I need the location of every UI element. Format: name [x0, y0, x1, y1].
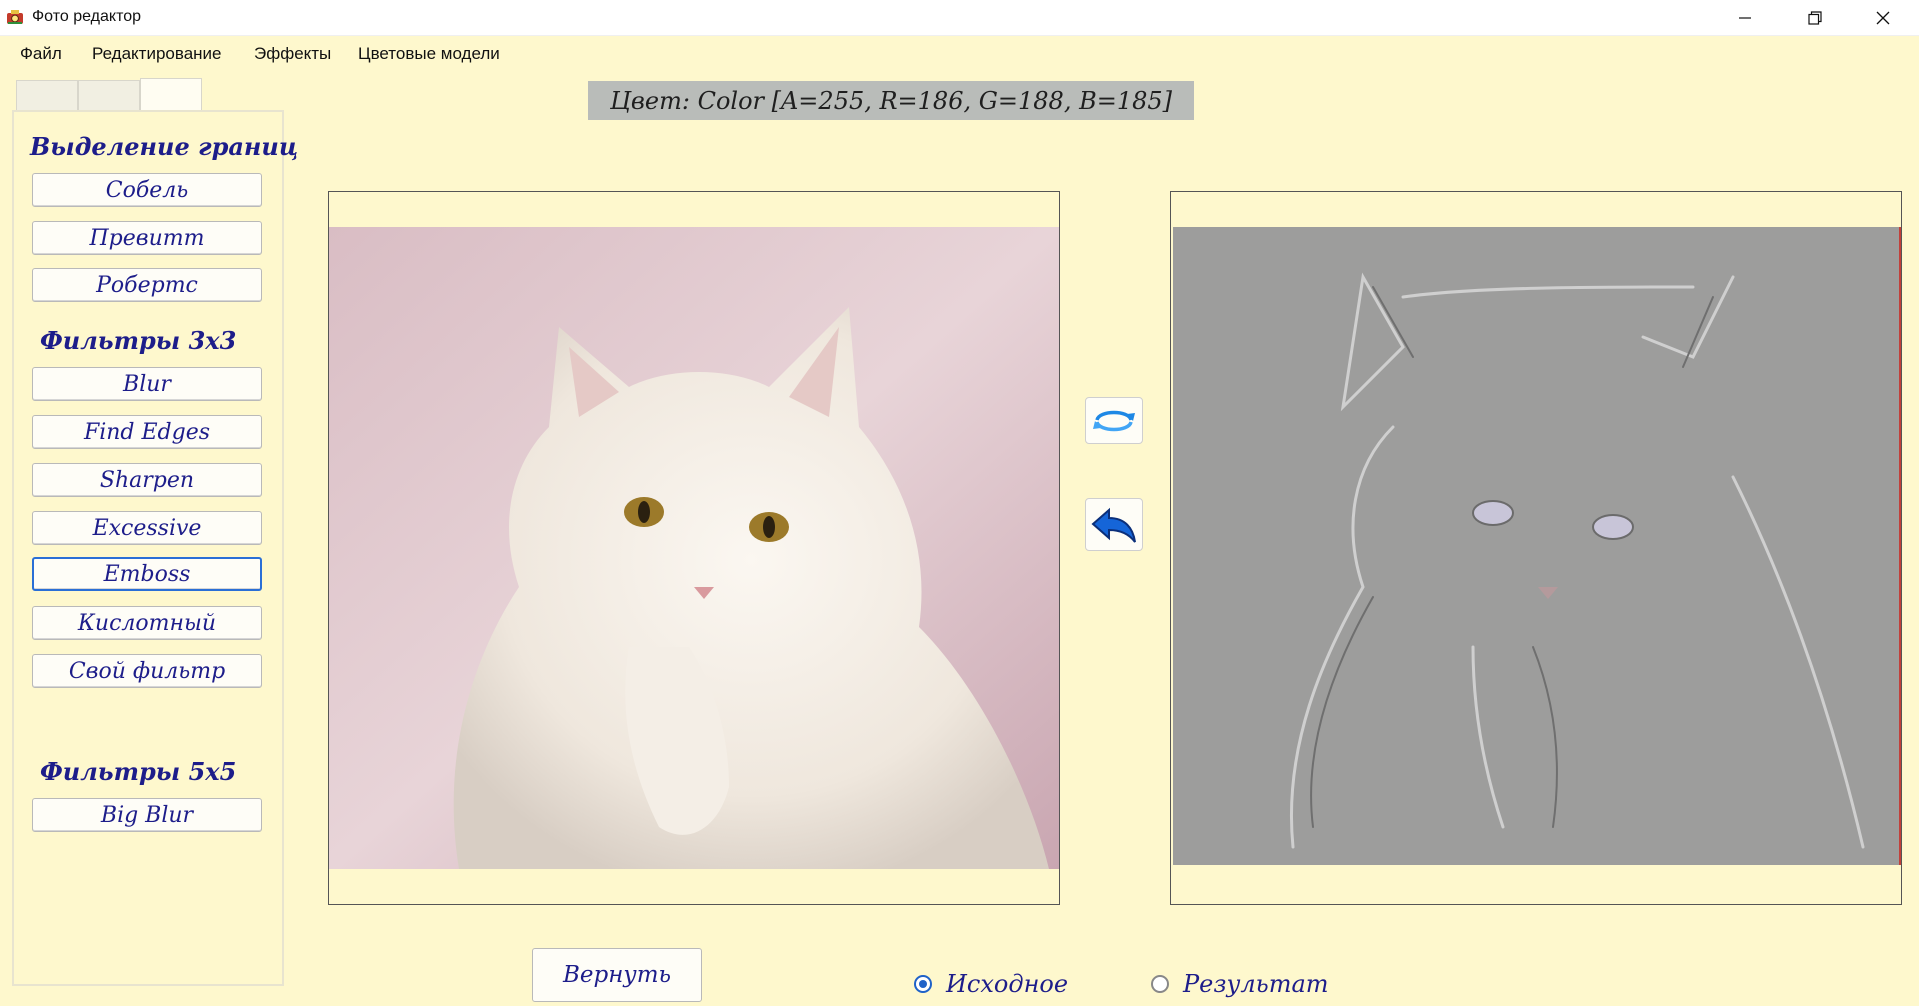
white-cat-emboss-result[interactable]: [1173, 227, 1901, 865]
emboss-button[interactable]: Emboss: [32, 557, 262, 591]
undo-button[interactable]: [1085, 498, 1143, 551]
custom-filter-button[interactable]: Свой фильтр: [32, 654, 262, 688]
section-filters3-title: Фильтры 3x3: [40, 326, 237, 355]
radio-original[interactable]: Исходное: [914, 970, 1068, 998]
menu-file[interactable]: Файл: [20, 44, 62, 64]
blur-button[interactable]: Blur: [32, 367, 262, 401]
big-blur-button[interactable]: Big Blur: [32, 798, 262, 832]
section-edges-title: Выделение границ: [30, 132, 299, 161]
result-image-frame: [1170, 191, 1902, 905]
find-edges-button[interactable]: Find Edges: [32, 415, 262, 449]
radio-result-label: Результат: [1183, 970, 1329, 998]
minimize-icon: [1739, 16, 1751, 19]
radio-original-indicator[interactable]: [914, 975, 932, 993]
original-image-frame: [328, 191, 1060, 905]
tab-1[interactable]: [16, 80, 78, 110]
menu-color-models[interactable]: Цветовые модели: [358, 44, 500, 64]
radio-original-label: Исходное: [946, 970, 1069, 998]
restore-icon: [1808, 10, 1822, 25]
title-bar: Фото редактор: [0, 0, 1919, 36]
restore-image-button[interactable]: Вернуть: [532, 948, 702, 1002]
tab-2[interactable]: [78, 80, 140, 110]
radio-result-indicator[interactable]: [1151, 975, 1169, 993]
back-arrow-icon: [1091, 507, 1136, 543]
menu-effects[interactable]: Эффекты: [254, 44, 331, 64]
close-button[interactable]: [1848, 0, 1918, 35]
roberts-button[interactable]: Робертс: [32, 268, 262, 302]
sharpen-button[interactable]: Sharpen: [32, 463, 262, 497]
sobel-button[interactable]: Собель: [32, 173, 262, 207]
white-cat-photo[interactable]: [329, 227, 1059, 869]
excessive-button[interactable]: Excessive: [32, 511, 262, 545]
rotate-arrows-icon: [1093, 410, 1135, 431]
window-title: Фото редактор: [32, 8, 142, 25]
tab-3[interactable]: [140, 78, 202, 111]
color-readout: Цвет: Color [A=255, R=186, G=188, B=185]: [588, 81, 1194, 120]
close-icon: [1876, 11, 1890, 24]
minimize-button[interactable]: [1710, 0, 1780, 35]
swap-images-button[interactable]: [1085, 397, 1143, 444]
acid-button[interactable]: Кислотный: [32, 606, 262, 640]
menu-edit[interactable]: Редактирование: [92, 44, 222, 64]
photo-app-icon: [7, 10, 23, 24]
menu-bar: Файл Редактирование Эффекты Цветовые мод…: [0, 36, 1919, 70]
restore-button[interactable]: [1780, 0, 1850, 35]
radio-result[interactable]: Результат: [1151, 970, 1329, 998]
prewitt-button[interactable]: Превитт: [32, 221, 262, 255]
section-filters5-title: Фильтры 5x5: [40, 757, 237, 786]
